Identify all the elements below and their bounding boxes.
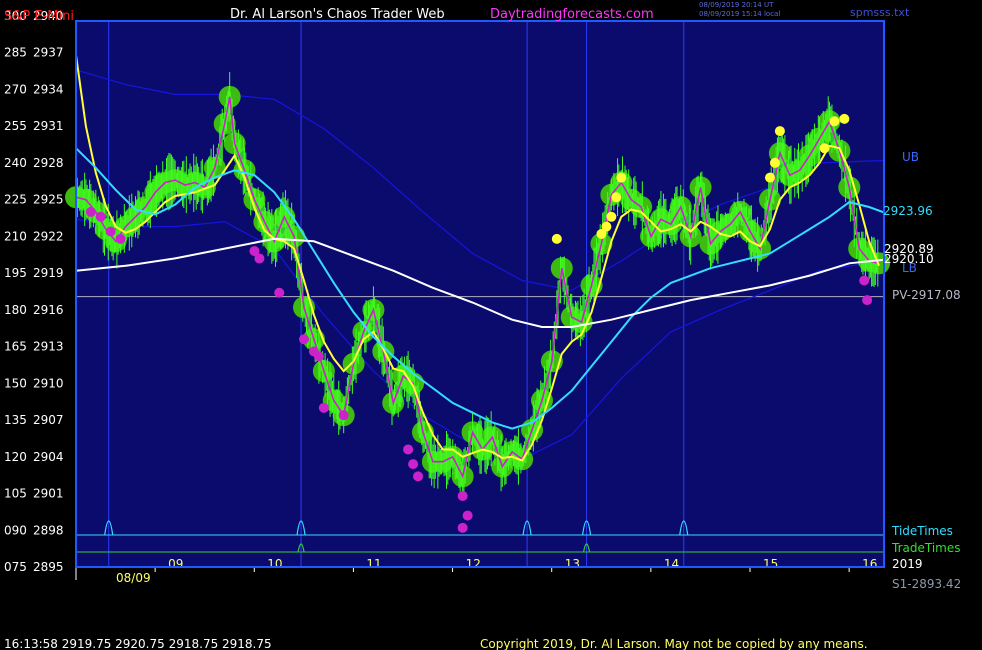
site-link[interactable]: Daytradingforecasts.com	[490, 7, 654, 22]
y-tick-price: 2922	[33, 229, 64, 243]
lower-band-label: LB	[902, 261, 917, 275]
y-tick-osc: 240	[4, 156, 27, 170]
magenta-dot	[299, 334, 310, 345]
y-tick-osc: 090	[4, 523, 27, 537]
x-tick-label: 13	[565, 557, 580, 571]
x-tick-label: 12	[466, 557, 481, 571]
magenta-dot	[105, 226, 116, 237]
y-tick-osc: 105	[4, 487, 27, 501]
x-tick-label: 10	[267, 557, 282, 571]
support-label: S1-2893.42	[892, 577, 961, 591]
yellow-dot	[774, 126, 785, 137]
magenta-dot	[457, 522, 468, 533]
y-tick-price: 2910	[33, 376, 64, 390]
date-label: 08/09	[116, 571, 151, 585]
magenta-dot	[115, 233, 126, 244]
y-tick-price: 2898	[33, 523, 64, 537]
magenta-dot	[862, 295, 873, 306]
y-tick-price: 2925	[33, 193, 64, 207]
chart-title: Dr. Al Larson's Chaos Trader Web	[230, 7, 445, 22]
plot-area	[76, 21, 884, 567]
chart-svg: 300 2940285 2937270 2934255 2931240 2928225 29…	[0, 0, 982, 650]
copyright: Copyright 2019, Dr. Al Larson. May not b…	[480, 637, 868, 650]
y-tick-price: 2931	[33, 119, 64, 133]
yellow-dot	[606, 211, 617, 222]
last-quote: 16:13:58 2919.75 2920.75 2918.75 2918.75	[4, 637, 272, 650]
y-tick-osc: 255	[4, 119, 27, 133]
y-tick-osc: 150	[4, 376, 27, 390]
y-tick-osc: 165	[4, 340, 27, 354]
y-tick-price: 2937	[33, 46, 64, 60]
yellow-dot	[551, 233, 562, 244]
yellow-dot	[819, 143, 830, 154]
y-tick-price: 2916	[33, 303, 64, 317]
y-tick-price: 2904	[33, 450, 64, 464]
yellow-dot	[839, 113, 850, 124]
magenta-dot	[85, 206, 96, 217]
y-tick-osc: 135	[4, 413, 27, 427]
y-tick-price: 2895	[33, 560, 64, 574]
y-tick-osc: 270	[4, 82, 27, 96]
y-tick-osc: 210	[4, 229, 27, 243]
yellow-dot	[616, 172, 627, 183]
yellow-dot	[769, 157, 780, 168]
y-tick-osc: 195	[4, 266, 27, 280]
magenta-dot	[462, 510, 473, 521]
magenta-dot	[859, 275, 870, 286]
tide-times-label: TideTimes	[891, 524, 953, 538]
y-tick-price: 2913	[33, 340, 64, 354]
y-tick-osc: 285	[4, 46, 27, 60]
magenta-dot	[313, 351, 324, 362]
magenta-dot	[338, 410, 349, 421]
magenta-dot	[318, 402, 329, 413]
y-tick-price: 2907	[33, 413, 64, 427]
magenta-dot	[95, 211, 106, 222]
upper-band-label: UB	[902, 150, 919, 164]
data-file: spmsss.txt	[850, 6, 910, 19]
y-tick-osc: 120	[4, 450, 27, 464]
year-label: 2019	[892, 557, 923, 571]
x-tick-label: 14	[664, 557, 679, 571]
yellow-dot	[601, 221, 612, 232]
yellow-dot	[829, 116, 840, 127]
y-tick-osc: 075	[4, 560, 27, 574]
y-tick-osc: 180	[4, 303, 27, 317]
magenta-dot	[457, 490, 468, 501]
pivot-label: PV-2917.08	[892, 288, 961, 302]
magenta-dot	[403, 444, 414, 455]
magenta-dot	[274, 287, 285, 298]
y-tick-price: 2928	[33, 156, 64, 170]
yellow-dot	[764, 172, 775, 183]
x-tick-label: 11	[366, 557, 381, 571]
symbol-title: S&P E-Mini	[4, 9, 74, 24]
x-tick-label: 09	[168, 557, 183, 571]
y-tick-price: 2919	[33, 266, 64, 280]
chart-window: 300 2940 285 2937 270 2934 255 2931 240 2928 225 29…	[0, 0, 982, 650]
x-tick-label: 15	[763, 557, 778, 571]
x-tick-label: 16	[862, 557, 877, 571]
y-tick-price: 2901	[33, 487, 64, 501]
yellow-dot	[611, 192, 622, 203]
magenta-dot	[413, 471, 424, 482]
timestamp-local: 08/09/2019 15:14 local	[699, 10, 780, 18]
y-tick-osc: 225	[4, 193, 27, 207]
y-tick-price: 2934	[33, 82, 64, 96]
magenta-dot	[408, 459, 419, 470]
trade-times-label: TradeTimes	[891, 541, 960, 555]
upper-band-value: 2923.96	[883, 204, 933, 218]
timestamp-utc: 08/09/2019 20:14 UT	[699, 1, 774, 9]
magenta-dot	[254, 253, 265, 264]
